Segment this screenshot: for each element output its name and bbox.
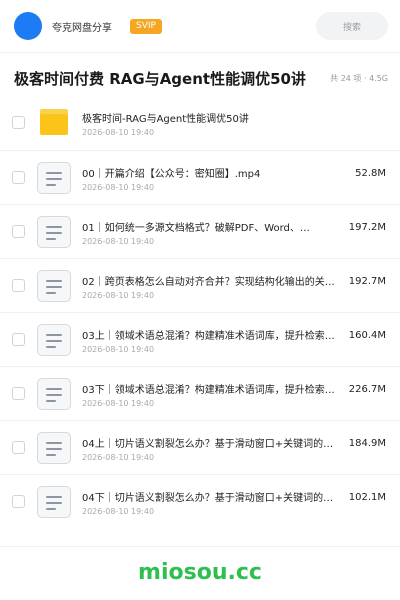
item-date: 2026-08-10 19:40 — [82, 453, 155, 462]
item-name: 03上｜领域术语总混淆？构建精准术语词库，提升检索… — [82, 331, 335, 342]
search-button[interactable]: 搜索 — [316, 12, 388, 40]
item-size: 102.1M — [348, 492, 386, 503]
search-placeholder: 搜索 — [342, 22, 361, 33]
list-item-folder[interactable]: 极客时间-RAG与Agent性能调优50讲 2026-08-10 19:40 — [0, 96, 400, 150]
item-date: 2026-08-10 19:40 — [82, 507, 155, 516]
document-icon — [37, 324, 71, 356]
item-checkbox[interactable] — [12, 387, 25, 400]
item-checkbox[interactable] — [12, 333, 25, 346]
list-item[interactable]: 03上｜领域术语总混淆？构建精准术语词库，提升检索… 2026-08-10 19… — [0, 312, 400, 366]
item-checkbox[interactable] — [12, 279, 25, 292]
list-item[interactable]: 03下｜领域术语总混淆？构建精准术语词库，提升检索… 2026-08-10 19… — [0, 366, 400, 420]
app-name: 夸克网盘分享 — [52, 22, 112, 34]
watermark: miosou.cc — [138, 560, 262, 585]
page-title: 极客时间付费 RAG与Agent性能调优50讲 — [14, 69, 306, 88]
item-size: 192.7M — [348, 276, 386, 287]
item-date: 2026-08-10 19:40 — [82, 237, 155, 246]
list-item[interactable]: 00｜开篇介绍【公众号：密知圈】.mp4 2026-08-10 19:40 52… — [0, 150, 400, 204]
item-name: 03下｜领域术语总混淆？构建精准术语词库，提升检索… — [82, 385, 335, 396]
item-name: 极客时间-RAG与Agent性能调优50讲 — [82, 114, 249, 125]
item-checkbox[interactable] — [12, 495, 25, 508]
header-divider — [0, 52, 400, 53]
file-list: 极客时间-RAG与Agent性能调优50讲 2026-08-10 19:40 0… — [0, 96, 400, 528]
list-item[interactable]: 02｜跨页表格怎么自动对齐合并？实现结构化输出的关… 2026-08-10 19… — [0, 258, 400, 312]
item-size: 184.9M — [348, 438, 386, 449]
document-icon — [37, 270, 71, 302]
document-icon — [37, 486, 71, 518]
item-checkbox[interactable] — [12, 225, 25, 238]
item-date: 2026-08-10 19:40 — [82, 128, 155, 137]
item-size: 226.7M — [348, 384, 386, 395]
item-name: 00｜开篇介绍【公众号：密知圈】.mp4 — [82, 169, 261, 180]
item-name: 01｜如何统一多源文档格式？破解PDF、Word、… — [82, 223, 310, 234]
item-date: 2026-08-10 19:40 — [82, 345, 155, 354]
item-size: 197.2M — [348, 222, 386, 233]
item-date: 2026-08-10 19:40 — [82, 399, 155, 408]
item-name: 04下｜切片语义割裂怎么办？基于滑动窗口+关键词的… — [82, 493, 334, 504]
svip-badge: SVIP — [130, 18, 162, 34]
list-divider — [0, 546, 400, 547]
item-size: 160.4M — [348, 330, 386, 341]
title-row: 极客时间付费 RAG与Agent性能调优50讲 共 24 项 · 4.5G — [0, 58, 400, 98]
item-size: 52.8M — [355, 168, 386, 179]
document-icon — [37, 162, 71, 194]
item-count-meta: 共 24 项 · 4.5G — [330, 73, 388, 83]
avatar[interactable] — [14, 12, 42, 40]
app-header: 夸克网盘分享 SVIP 搜索 — [0, 0, 400, 52]
item-date: 2026-08-10 19:40 — [82, 291, 155, 300]
list-item[interactable]: 01｜如何统一多源文档格式？破解PDF、Word、… 2026-08-10 19… — [0, 204, 400, 258]
document-icon — [37, 216, 71, 248]
item-checkbox[interactable] — [12, 171, 25, 184]
item-name: 04上｜切片语义割裂怎么办？基于滑动窗口+关键词的… — [82, 439, 334, 450]
folder-icon — [40, 109, 68, 135]
item-date: 2026-08-10 19:40 — [82, 183, 155, 192]
list-item[interactable]: 04下｜切片语义割裂怎么办？基于滑动窗口+关键词的… 2026-08-10 19… — [0, 474, 400, 528]
document-icon — [37, 378, 71, 410]
item-name: 02｜跨页表格怎么自动对齐合并？实现结构化输出的关… — [82, 277, 335, 288]
document-icon — [37, 432, 71, 464]
list-item[interactable]: 04上｜切片语义割裂怎么办？基于滑动窗口+关键词的… 2026-08-10 19… — [0, 420, 400, 474]
item-checkbox[interactable] — [12, 441, 25, 454]
item-checkbox[interactable] — [12, 116, 25, 129]
